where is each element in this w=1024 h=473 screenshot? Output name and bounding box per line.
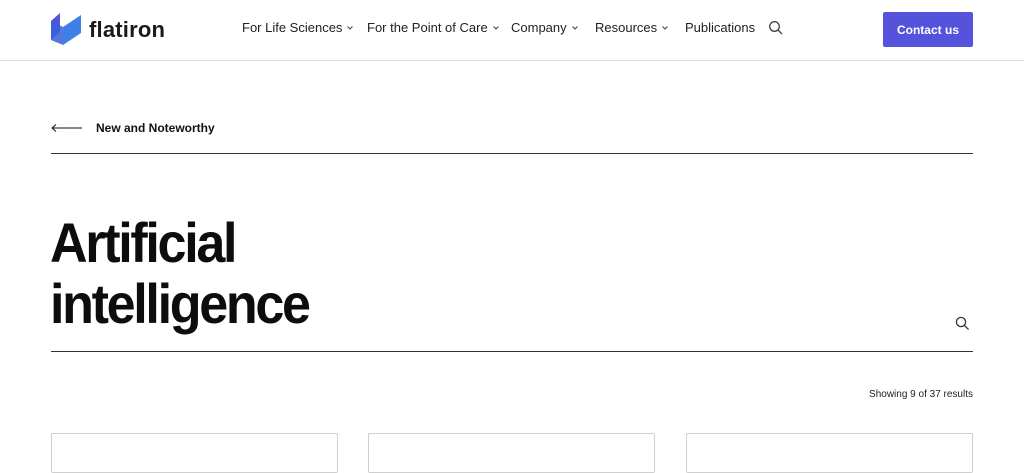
page-title-line: intelligence (50, 272, 311, 335)
page-title: Artificial intelligence (50, 212, 608, 334)
search-icon[interactable] (955, 316, 970, 331)
nav-item-label: For Life Sciences (242, 20, 343, 35)
flatiron-logo-icon (51, 13, 81, 45)
search-icon[interactable] (768, 20, 784, 36)
results-count: Showing 9 of 37 results (869, 389, 973, 400)
logo-text: flatiron (89, 17, 166, 42)
chevron-down-icon (662, 25, 669, 30)
article-card[interactable] (51, 433, 338, 473)
back-link[interactable]: New and Noteworthy (51, 118, 215, 138)
nav-item-label: Company (511, 20, 567, 35)
contact-us-button[interactable]: Contact us (883, 12, 973, 47)
nav-item-publications[interactable]: Publications (685, 20, 755, 35)
chevron-down-icon (492, 25, 499, 30)
chevron-down-icon (571, 25, 578, 30)
nav-item-resources[interactable]: Resources (595, 20, 669, 35)
chevron-down-icon (347, 25, 354, 30)
nav-item-point-of-care[interactable]: For the Point of Care (367, 20, 500, 35)
logo[interactable]: flatiron (51, 13, 165, 47)
nav-item-label: For the Point of Care (367, 20, 488, 35)
nav-item-label: Publications (685, 20, 756, 35)
article-card[interactable] (686, 433, 973, 473)
divider (51, 153, 973, 154)
nav-item-life-sciences[interactable]: For Life Sciences (242, 20, 354, 35)
nav-item-label: Resources (595, 20, 658, 35)
back-link-label: New and Noteworthy (96, 121, 215, 135)
divider (51, 351, 973, 352)
article-card[interactable] (368, 433, 655, 473)
arrow-left-icon (51, 124, 82, 132)
page-title-line: Artificial (50, 211, 237, 274)
site-header: flatiron For Life Sciences For the Point… (0, 0, 1024, 61)
nav-item-company[interactable]: Company (511, 20, 579, 35)
